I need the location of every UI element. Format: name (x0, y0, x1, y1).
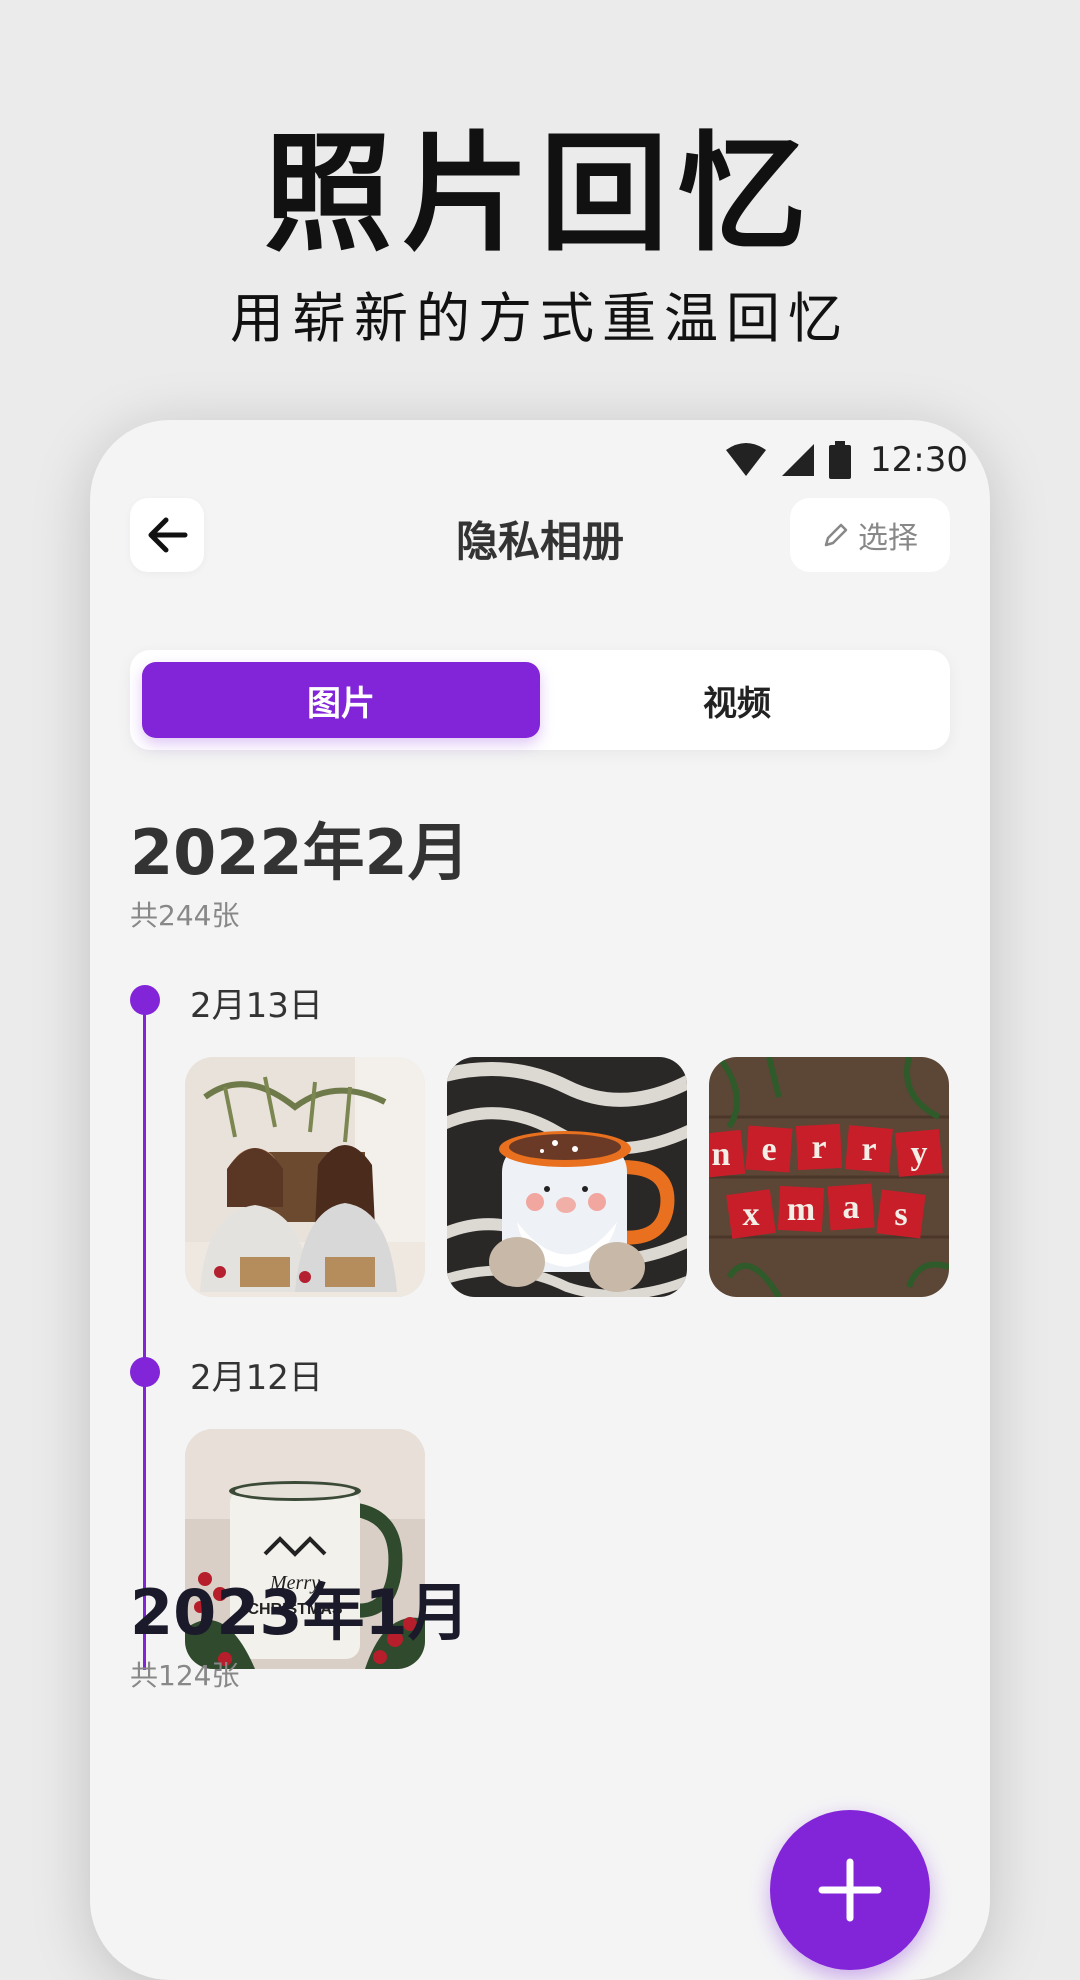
timeline-dot (130, 1357, 160, 1387)
tab-photos[interactable]: 图片 (142, 662, 540, 738)
day-label: 2月13日 (190, 986, 323, 1026)
plus-icon (818, 1858, 882, 1922)
status-time: 12:30 (870, 440, 968, 480)
two-women-wrapping-gifts-photo[interactable] (185, 1057, 425, 1297)
month-title: 2022年2月 (130, 816, 470, 889)
merry-xmas-letters-photo[interactable]: n e r r y x m a s (709, 1057, 949, 1297)
status-bar: 12:30 (724, 432, 968, 488)
day-label: 2月12日 (190, 1358, 323, 1398)
media-tabs: 图片 视频 (130, 650, 950, 750)
promo-subtitle: 用崭新的方式重温回忆 (230, 287, 850, 350)
svg-text:m: m (787, 1191, 815, 1228)
svg-text:s: s (894, 1196, 907, 1233)
svg-text:e: e (761, 1131, 776, 1168)
battery-icon (829, 441, 852, 479)
wifi-icon (726, 443, 767, 476)
month-count: 共124张 (130, 1659, 240, 1692)
phone-screen: 12:30 隐私相册 选择 图片 视频 2022年2月 共244张 2月13日 (90, 420, 990, 1980)
cellular-signal-icon (782, 444, 815, 476)
month-count: 共244张 (130, 899, 240, 932)
svg-text:n: n (712, 1136, 731, 1173)
select-label: 选择 (858, 521, 918, 556)
tab-videos[interactable]: 视频 (538, 662, 936, 738)
svg-text:a: a (843, 1189, 860, 1226)
svg-text:x: x (743, 1196, 760, 1233)
select-button[interactable]: 选择 (790, 498, 950, 572)
svg-text:r: r (811, 1129, 826, 1166)
promo-title: 照片回忆 (263, 120, 816, 269)
timeline-dot (130, 985, 160, 1015)
pencil-icon (824, 523, 848, 547)
add-button[interactable] (770, 1810, 930, 1970)
month-title: 2023年1月 (130, 1576, 470, 1649)
santa-mug-cocoa-photo[interactable] (447, 1057, 687, 1297)
svg-text:y: y (911, 1135, 928, 1172)
svg-text:r: r (861, 1131, 876, 1168)
